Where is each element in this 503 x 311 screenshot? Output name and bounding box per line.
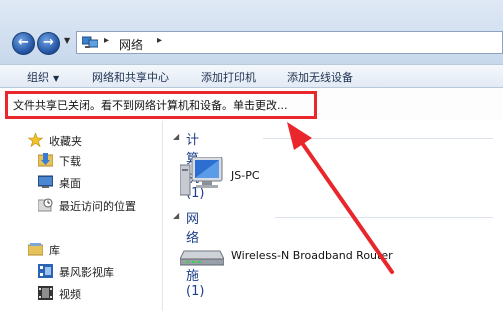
desktop-icon	[38, 175, 53, 188]
breadcrumb-chevron-icon[interactable]: ▸	[104, 35, 109, 46]
library-icon	[28, 243, 43, 256]
nav-item-label: 最近访问的位置	[59, 200, 136, 213]
film-icon	[38, 286, 53, 300]
breadcrumb-network[interactable]: 网络	[119, 36, 143, 53]
collapse-triangle-icon: ◢	[173, 211, 180, 220]
recent-pages-dropdown[interactable]: ▼	[64, 36, 70, 45]
address-bar[interactable]: ▸ 网络 ▸	[76, 31, 503, 54]
group-divider	[263, 138, 493, 139]
nav-item-label: 下载	[59, 155, 81, 168]
breadcrumb-chevron-icon[interactable]: ▸	[157, 35, 162, 46]
info-bar-message[interactable]: 文件共享已关闭。看不到网络计算机和设备。单击更改...	[13, 97, 288, 113]
back-button[interactable]: ←	[12, 32, 35, 55]
network-sharing-center-button[interactable]: 网络和共享中心	[92, 69, 169, 85]
device-item-router[interactable]: Wireless-N Broadband Router	[231, 249, 393, 262]
organize-label: 组织	[27, 71, 49, 84]
group-divider	[275, 217, 493, 218]
organize-menu[interactable]: 组织 ▼	[27, 69, 59, 85]
recent-places-icon	[38, 198, 53, 212]
nav-item-label: 暴风影视库	[59, 266, 114, 279]
add-printer-button[interactable]: 添加打印机	[201, 69, 256, 85]
navigation-pane: 收藏夹 下载 桌面 最近访问的位置 库 暴风影视库 视频	[0, 121, 163, 311]
command-toolbar: 组织 ▼ 网络和共享中心 添加打印机 添加无线设备	[0, 64, 503, 88]
collapse-triangle-icon: ◢	[173, 132, 180, 141]
back-arrow-icon: ←	[18, 35, 29, 50]
video-library-icon	[38, 264, 53, 278]
star-icon	[28, 133, 43, 147]
forward-arrow-icon: →	[43, 35, 54, 50]
computer-item-js-pc[interactable]: JS-PC	[231, 169, 260, 182]
content-pane: ◢ 计算机 (1) JS-PC ◢ 网络设施 (1) Wireless-N Br…	[163, 121, 503, 311]
chevron-down-icon: ▼	[53, 74, 60, 83]
nav-item-label: 库	[49, 244, 60, 257]
router-icon	[180, 250, 224, 266]
nav-item-label: 视频	[59, 288, 81, 301]
download-folder-icon	[38, 153, 53, 167]
computer-icon	[180, 157, 223, 196]
network-icon	[82, 36, 98, 48]
forward-button[interactable]: →	[37, 32, 60, 55]
nav-item-label: 桌面	[59, 177, 81, 190]
add-wireless-device-button[interactable]: 添加无线设备	[287, 69, 353, 85]
nav-item-label: 收藏夹	[49, 135, 82, 148]
